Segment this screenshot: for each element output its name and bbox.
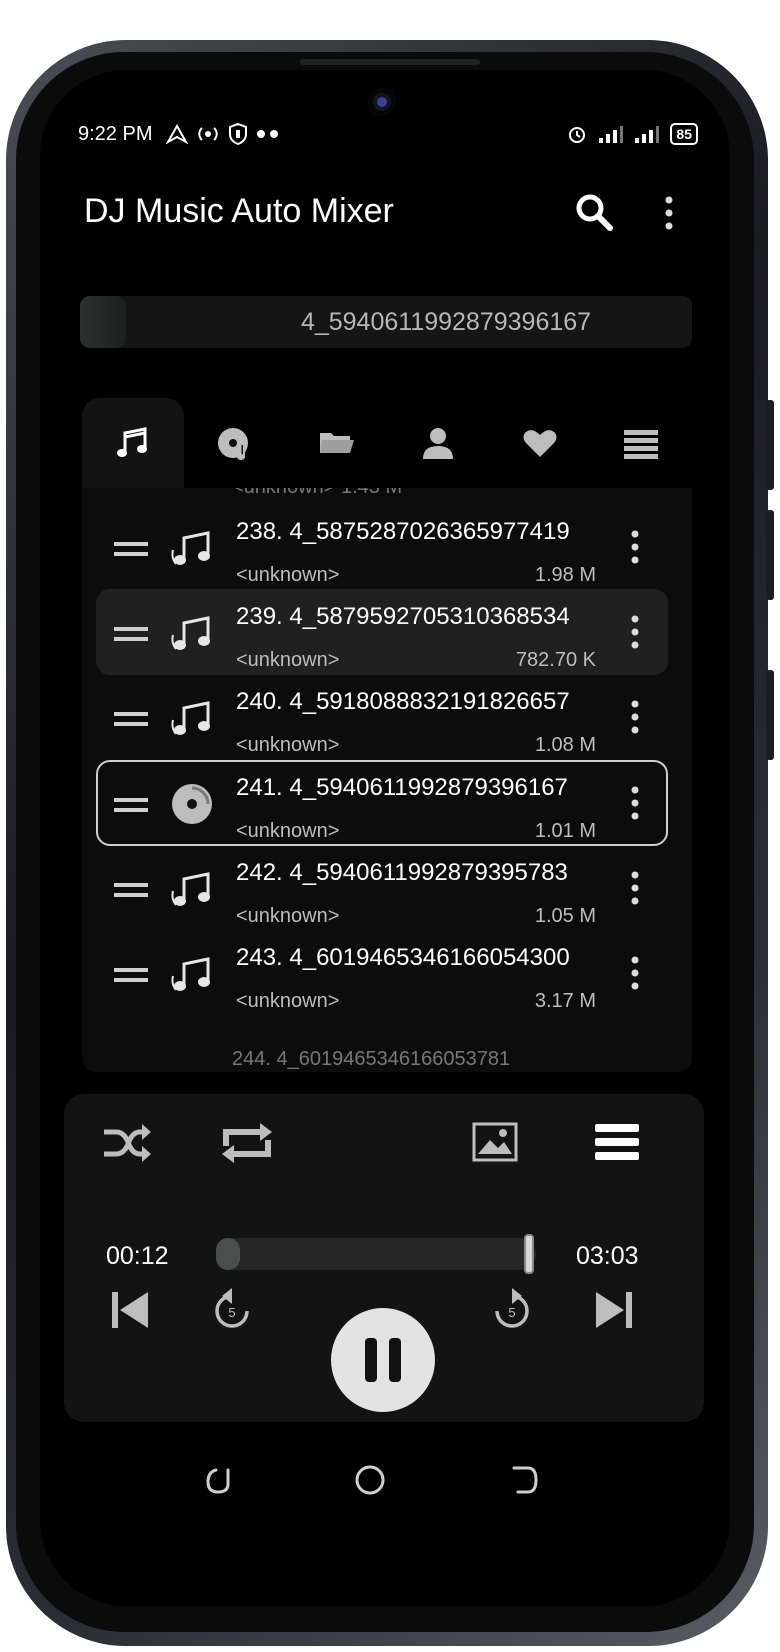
rewind-5-icon[interactable]: 5 — [210, 1286, 254, 1334]
pause-button[interactable] — [331, 1308, 435, 1412]
music-note-icon — [171, 957, 210, 991]
track-row[interactable]: 243. 4_6019465346166054300 <unknown> 3.1… — [96, 930, 668, 1016]
drag-handle-icon[interactable] — [114, 881, 148, 899]
alarm-icon — [569, 127, 586, 143]
recents-nav-icon[interactable] — [200, 1462, 236, 1498]
image-icon[interactable] — [472, 1122, 518, 1162]
partial-track-row-top: <unknown> 1.43 M — [232, 488, 402, 499]
track-row[interactable]: 242. 4_5940611992879395783 <unknown> 1.0… — [96, 845, 668, 931]
status-bar: 9:22 PM 85 — [78, 118, 698, 150]
track-artist: <unknown> — [236, 820, 340, 842]
battery-indicator: 85 — [670, 123, 698, 145]
volume-button — [766, 400, 774, 490]
tab-albums[interactable] — [184, 398, 286, 488]
album-icon — [217, 428, 248, 460]
drag-handle-icon[interactable] — [114, 966, 148, 984]
tab-bar — [82, 398, 692, 488]
track-title: 241. 4_5940611992879396167 — [236, 774, 568, 801]
total-time: 03:03 — [576, 1242, 639, 1270]
track-artist: <unknown> — [236, 734, 340, 756]
music-note-icon — [171, 872, 210, 906]
track-row[interactable]: 238. 4_5875287026365977419 <unknown> 1.9… — [96, 504, 668, 590]
volume-button — [766, 510, 774, 600]
earpiece-speaker — [300, 59, 480, 65]
now-playing-bar[interactable]: 4_5940611992879396167 — [80, 296, 692, 348]
drag-handle-icon[interactable] — [114, 796, 148, 814]
current-time: 00:12 — [106, 1242, 169, 1270]
track-menu-icon[interactable] — [630, 615, 640, 649]
partial-track-row-bottom: 244. 4_6019465346166053781 — [232, 1048, 511, 1070]
more-options-icon[interactable] — [662, 195, 676, 231]
seek-progress — [216, 1238, 240, 1270]
search-icon[interactable] — [574, 192, 614, 232]
tab-playlists[interactable] — [590, 398, 692, 488]
hotspot-icon — [198, 127, 219, 141]
track-title: 242. 4_5940611992879395783 — [236, 859, 568, 886]
track-artist: <unknown> — [236, 990, 340, 1012]
track-size: 782.70 K — [515, 649, 596, 671]
track-size: 1.08 M — [534, 734, 596, 756]
shield-icon — [229, 123, 248, 145]
tab-songs[interactable] — [82, 398, 184, 488]
track-artist: <unknown> — [236, 905, 340, 927]
disc-playing-icon — [172, 784, 212, 824]
dots-icon — [257, 130, 279, 138]
list-icon — [624, 430, 659, 459]
track-row[interactable]: 240. 4_5918088832191826657 <unknown> 1.0… — [96, 674, 668, 760]
track-row-current[interactable]: 241. 4_5940611992879396167 <unknown> 1.0… — [96, 760, 668, 846]
track-title: 239. 4_5879592705310368534 — [236, 603, 570, 630]
track-title: 240. 4_5918088832191826657 — [236, 688, 570, 715]
rewind-seconds: 5 — [228, 1305, 235, 1320]
app-title: DJ Music Auto Mixer — [84, 192, 394, 230]
home-nav-icon[interactable] — [352, 1462, 388, 1498]
tab-favorites[interactable] — [489, 398, 591, 488]
track-menu-icon[interactable] — [630, 956, 640, 990]
drag-handle-icon[interactable] — [114, 710, 148, 728]
status-time: 9:22 PM — [78, 122, 153, 145]
music-note-icon — [171, 616, 210, 650]
tab-artists[interactable] — [387, 398, 489, 488]
player-panel: 00:12 03:03 5 5 — [64, 1094, 704, 1422]
drag-handle-icon[interactable] — [114, 625, 148, 643]
back-nav-icon[interactable] — [506, 1462, 542, 1498]
now-playing-thumbnail — [80, 296, 126, 348]
track-menu-icon[interactable] — [630, 530, 640, 564]
track-menu-icon[interactable] — [630, 871, 640, 905]
tab-folders[interactable] — [285, 398, 387, 488]
seek-bar[interactable] — [216, 1234, 536, 1274]
signal-icon — [599, 126, 624, 143]
track-list[interactable]: <unknown> 1.43 M 238. 4_5875287026365977… — [82, 488, 692, 1072]
track-size: 1.01 M — [534, 820, 596, 842]
power-button — [766, 670, 774, 760]
track-size: 1.05 M — [534, 905, 596, 927]
track-artist: <unknown> — [236, 649, 340, 671]
queue-list-icon[interactable] — [594, 1122, 640, 1162]
front-camera — [368, 88, 396, 116]
track-artist: <unknown> — [236, 564, 340, 586]
repeat-icon[interactable] — [220, 1122, 274, 1164]
music-note-icon — [116, 427, 147, 457]
heart-icon — [523, 430, 557, 457]
forward-5-icon[interactable]: 5 — [490, 1286, 534, 1334]
track-row[interactable]: 239. 4_5879592705310368534 <unknown> 782… — [96, 589, 668, 675]
skip-next-icon[interactable] — [592, 1288, 636, 1332]
music-note-icon — [171, 701, 210, 735]
shuffle-icon[interactable] — [102, 1122, 152, 1164]
now-playing-title: 4_5940611992879396167 — [300, 308, 592, 336]
track-menu-icon[interactable] — [630, 786, 640, 820]
forward-seconds: 5 — [508, 1305, 515, 1320]
track-title: 243. 4_6019465346166054300 — [236, 944, 570, 971]
music-note-icon — [171, 531, 210, 565]
person-icon — [422, 428, 453, 459]
track-menu-icon[interactable] — [630, 700, 640, 734]
track-size: 1.98 M — [534, 564, 596, 586]
folder-icon — [320, 433, 355, 453]
track-title: 238. 4_5875287026365977419 — [236, 518, 570, 545]
drag-handle-icon[interactable] — [114, 540, 148, 558]
seek-end-handle[interactable] — [524, 1234, 534, 1274]
skip-previous-icon[interactable] — [108, 1288, 152, 1332]
nav-arrow-icon — [166, 124, 189, 144]
signal-icon — [635, 126, 660, 143]
track-size: 3.17 M — [534, 990, 596, 1012]
